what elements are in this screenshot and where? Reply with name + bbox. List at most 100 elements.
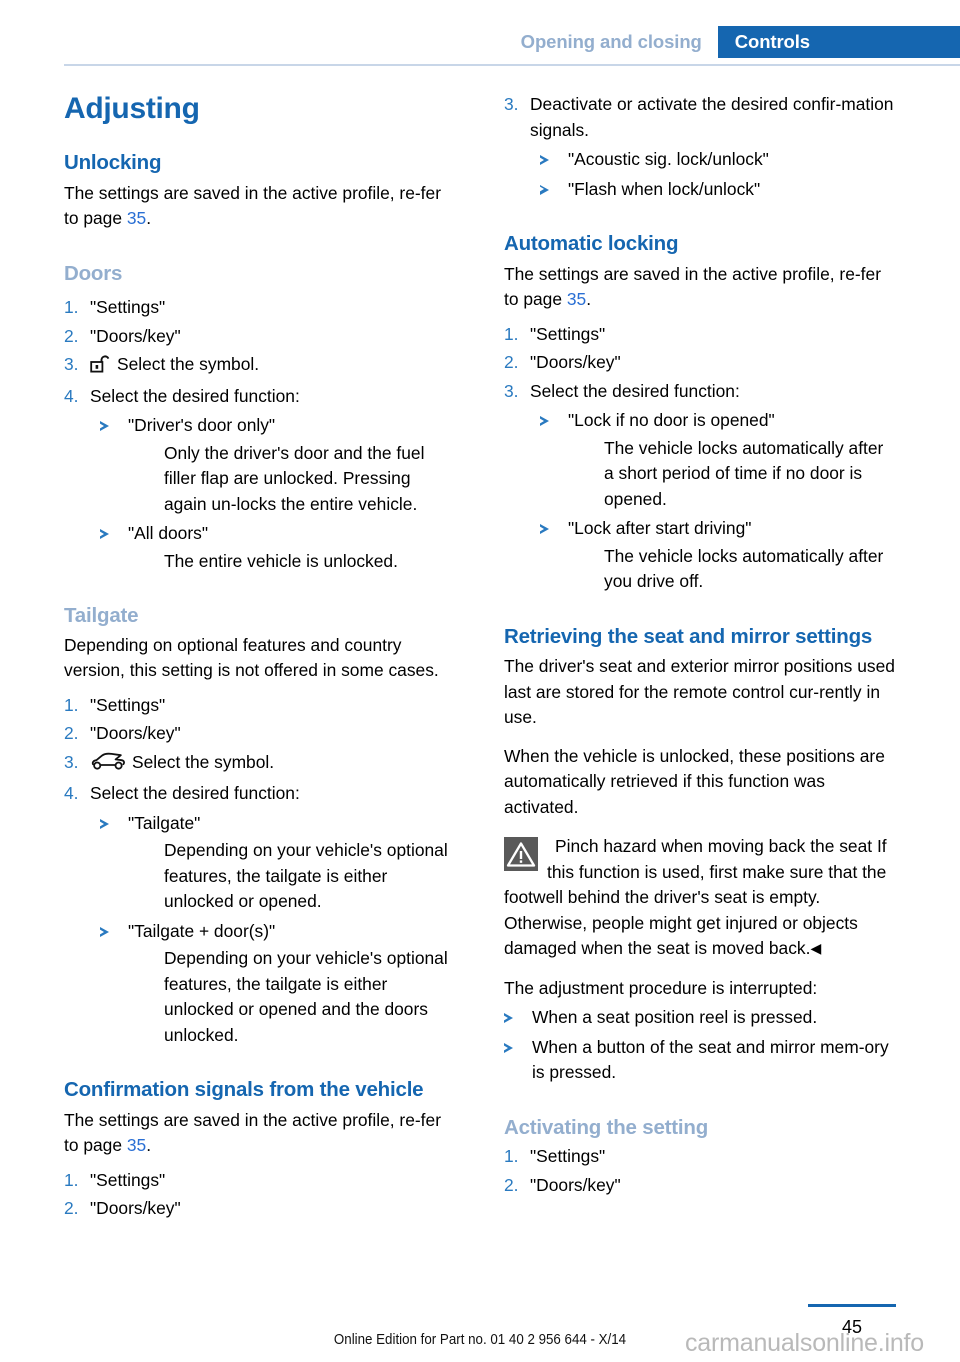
step-item: 1. "Settings" xyxy=(64,295,456,321)
option-label: "All doors" xyxy=(128,523,209,544)
automatic-locking-steps: 1. "Settings" 2. "Doors/key" 3. Select t… xyxy=(504,322,896,405)
tailgate-options: "Tailgate" Depending on your vehicle's o… xyxy=(64,811,456,1049)
step-text: "Doors/key" xyxy=(90,325,181,346)
option-description: Depending on your vehicle's optional fea… xyxy=(164,840,448,912)
site-watermark: carmanualsonline.info xyxy=(684,1329,924,1357)
unlocked-padlock-icon xyxy=(90,354,111,381)
step-item: 2. "Doors/key" xyxy=(504,1173,896,1199)
triangle-bullet-icon xyxy=(99,521,128,547)
warning-block: Pinch hazard when moving back the seat I… xyxy=(504,834,896,962)
triangle-bullet-icon xyxy=(99,919,128,945)
step-number: 1. xyxy=(64,1169,79,1190)
automatic-locking-intro-text: The settings are saved in the active pro… xyxy=(504,263,881,310)
option-item: "Lock if no door is opened" xyxy=(504,408,896,434)
step-item: 1. "Settings" xyxy=(504,322,896,348)
doors-options: "Driver's door only" Only the driver's d… xyxy=(64,413,456,574)
heading-tailgate: Tailgate xyxy=(64,604,139,628)
step-text: "Doors/key" xyxy=(90,723,181,744)
page-reference-link[interactable]: 35 xyxy=(127,1135,146,1155)
unlocking-intro-period: . xyxy=(146,208,152,229)
step-text: Select the desired function: xyxy=(530,380,740,401)
option-description: The entire vehicle is unlocked. xyxy=(164,550,398,571)
confirmation-intro-text: The settings are saved in the active pro… xyxy=(64,1109,441,1156)
activating-steps: 1. "Settings" 2. "Doors/key" xyxy=(504,1144,896,1198)
step-item: 3. Select the symbol. xyxy=(64,352,456,381)
step-item: 2. "Doors/key" xyxy=(64,324,456,350)
header-divider xyxy=(64,64,960,66)
step-item: 1. "Settings" xyxy=(64,1168,456,1194)
option-label: "Tailgate" xyxy=(128,812,201,833)
step-item: 3. Select the symbol. xyxy=(64,750,456,779)
option-label: "Lock after start driving" xyxy=(568,518,752,539)
step-number: 1. xyxy=(64,694,79,715)
step-item: 1. "Settings" xyxy=(64,693,456,719)
option-item: "Tailgate + door(s)" xyxy=(64,919,456,945)
step-text: Deactivate or activate the desired confi… xyxy=(530,94,894,140)
automatic-locking-options: "Lock if no door is opened" The vehicle … xyxy=(504,408,896,595)
option-description: The vehicle locks automatically after a … xyxy=(604,437,884,509)
footer-divider xyxy=(808,1304,896,1307)
option-item: "Acoustic sig. lock/unlock" xyxy=(504,147,896,173)
bullet-label: When a seat position reel is pressed. xyxy=(532,1007,818,1028)
option-item: "Driver's door only" xyxy=(64,413,456,439)
confirmation-intro: The settings are saved in the active pro… xyxy=(64,1108,456,1159)
confirmation-intro-period: . xyxy=(146,1135,152,1156)
heading-retrieving-seat-mirror: Retrieving the seat and mirror settings xyxy=(504,624,873,648)
step-item: 1. "Settings" xyxy=(504,1144,896,1170)
step-item: 3. Select the desired function: xyxy=(504,379,896,405)
step-number: 1. xyxy=(504,1146,519,1167)
step-text: Select the symbol. xyxy=(117,354,260,375)
running-header: Opening and closing Controls xyxy=(0,0,960,66)
step-number: 3. xyxy=(504,380,519,401)
option-label: "Driver's door only" xyxy=(128,415,276,436)
step-text: "Doors/key" xyxy=(530,352,621,373)
option-description: The vehicle locks automatically after yo… xyxy=(604,545,884,592)
step-number: 2. xyxy=(504,352,519,373)
retrieving-paragraph-1: The driver's seat and exterior mirror po… xyxy=(504,656,895,728)
triangle-bullet-icon xyxy=(503,1005,532,1031)
page-reference-link[interactable]: 35 xyxy=(567,289,586,309)
option-label: "Flash when lock/unlock" xyxy=(568,178,761,199)
tailgate-intro: Depending on optional features and count… xyxy=(64,634,439,681)
option-item: "Tailgate" xyxy=(64,811,456,837)
bullet-item: When a seat position reel is pressed. xyxy=(503,1005,896,1031)
step-number: 1. xyxy=(504,323,519,344)
retrieving-paragraph-2: When the vehicle is unlocked, these posi… xyxy=(504,745,885,817)
automatic-locking-intro-period: . xyxy=(586,289,592,310)
heading-doors: Doors xyxy=(64,261,123,285)
heading-confirmation-signals: Confirmation signals from the vehicle xyxy=(64,1078,424,1102)
confirmation-steps: 1. "Settings" 2. "Doors/key" xyxy=(64,1168,456,1222)
tailgate-steps: 1. "Settings" 2. "Doors/key" 3. Select t… xyxy=(64,693,456,807)
step-item: 2. "Doors/key" xyxy=(504,350,896,376)
step-item: 4. Select the desired function: xyxy=(64,781,456,807)
option-label: "Tailgate + door(s)" xyxy=(128,920,276,941)
step-text: "Settings" xyxy=(90,1169,166,1190)
warning-end-marker: ◀ xyxy=(810,940,822,957)
interruption-bullets: When a seat position reel is pressed. Wh… xyxy=(503,1005,896,1086)
option-item: "Lock after start driving" xyxy=(504,516,896,542)
right-column: 3. Deactivate or activate the desired co… xyxy=(503,92,896,1225)
step-text: Select the symbol. xyxy=(132,751,275,772)
triangle-bullet-icon xyxy=(503,1035,532,1086)
step-item: 3. Deactivate or activate the desired co… xyxy=(504,92,896,143)
bullet-item: When a button of the seat and mirror mem… xyxy=(503,1035,896,1086)
triangle-bullet-icon xyxy=(539,147,568,173)
step-text: Select the desired function: xyxy=(90,385,300,406)
step-text: "Settings" xyxy=(90,297,166,318)
option-item: "Flash when lock/unlock" xyxy=(504,177,896,203)
doors-steps: 1. "Settings" 2. "Doors/key" 3. Select t… xyxy=(64,295,456,409)
page-reference-link[interactable]: 35 xyxy=(127,208,146,228)
step-number: 3. xyxy=(504,94,519,114)
unlocking-intro-text: The settings are saved in the active pro… xyxy=(64,182,441,229)
option-label: "Lock if no door is opened" xyxy=(568,410,775,431)
warning-title: Pinch hazard when moving back the seat xyxy=(555,836,873,857)
option-label: "Acoustic sig. lock/unlock" xyxy=(568,149,769,169)
step-number: 2. xyxy=(64,723,79,744)
step-number: 2. xyxy=(64,325,79,346)
option-description: Only the driver's door and the fuel fill… xyxy=(164,442,425,514)
step-text: "Doors/key" xyxy=(530,1174,621,1195)
triangle-bullet-icon xyxy=(99,811,128,837)
header-section-tab: Opening and closing xyxy=(506,26,718,58)
step-number: 2. xyxy=(64,1198,79,1219)
step-number: 4. xyxy=(64,783,79,804)
